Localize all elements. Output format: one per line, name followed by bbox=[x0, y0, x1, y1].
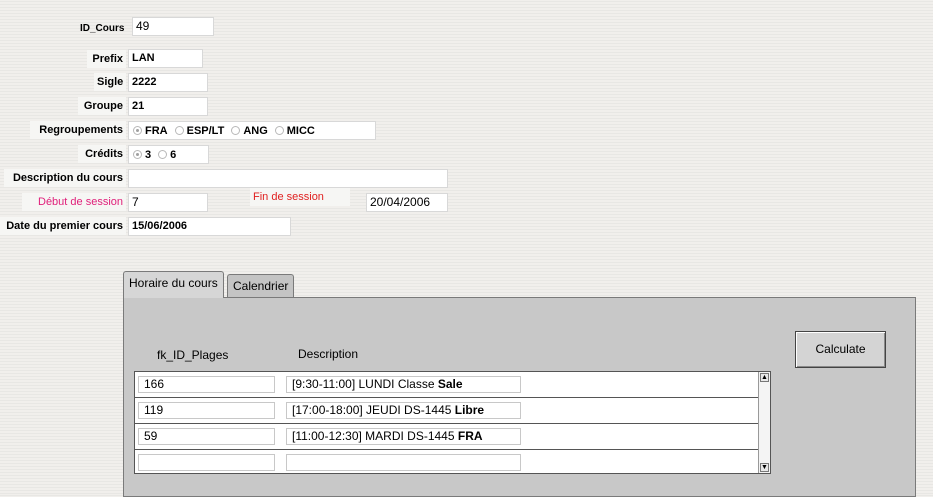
scroll-up-icon[interactable]: ▲ bbox=[760, 373, 769, 382]
option-label: 6 bbox=[170, 148, 177, 161]
tab-horaire-du-cours[interactable]: Horaire du cours bbox=[123, 271, 224, 298]
description-label: Description du cours bbox=[4, 169, 126, 187]
description-text: [9:30-11:00] LUNDI Classe bbox=[292, 377, 438, 391]
tab-calendrier[interactable]: Calendrier bbox=[227, 274, 295, 298]
radio-selected-icon bbox=[133, 150, 142, 159]
option-label: FRA bbox=[145, 124, 168, 137]
credits-radio-group: 3 6 bbox=[128, 145, 209, 164]
description-text: [11:00-12:30] MARDI DS-1445 bbox=[292, 429, 458, 443]
option-label: ESP/LT bbox=[186, 124, 225, 137]
calculate-button[interactable]: Calculate bbox=[795, 331, 886, 368]
regroupements-label: Regroupements bbox=[30, 121, 126, 139]
sigle-field[interactable]: 2222 bbox=[128, 73, 208, 92]
column-header-id-plages: fk_ID_Plages bbox=[157, 348, 229, 362]
radio-icon bbox=[274, 126, 284, 135]
date-premier-cours-field[interactable]: 15/06/2006 bbox=[128, 217, 291, 236]
id-plage-cell[interactable]: 119 bbox=[138, 402, 275, 419]
radio-selected-icon bbox=[133, 126, 142, 135]
description-status: Libre bbox=[454, 403, 485, 417]
id-cours-label: ID_Cours bbox=[80, 23, 125, 34]
prefix-field[interactable]: LAN bbox=[128, 49, 203, 68]
schedule-list: 166 [9:30-11:00] LUNDI Classe Sale 119 [… bbox=[134, 371, 771, 474]
id-plage-cell[interactable]: 59 bbox=[138, 428, 275, 445]
debut-session-label: Début de session bbox=[22, 193, 126, 211]
id-plage-cell[interactable] bbox=[138, 454, 275, 471]
prefix-label: Prefix bbox=[87, 50, 126, 68]
radio-icon bbox=[231, 126, 241, 135]
sigle-label: Sigle bbox=[94, 73, 126, 91]
description-cell[interactable]: [11:00-12:30] MARDI DS-1445 FRA bbox=[286, 428, 521, 445]
list-item: 59 [11:00-12:30] MARDI DS-1445 FRA bbox=[135, 424, 759, 450]
date-premier-cours-label: Date du premier cours bbox=[0, 217, 126, 235]
list-item bbox=[135, 450, 759, 473]
fin-session-label: Fin de session bbox=[250, 188, 350, 206]
column-header-description: Description bbox=[298, 347, 359, 361]
radio-icon bbox=[158, 150, 168, 159]
regroupement-option-esp-lt[interactable]: ESP/LT bbox=[174, 124, 225, 137]
regroupement-option-fra[interactable]: FRA bbox=[133, 125, 168, 137]
radio-icon bbox=[174, 126, 184, 135]
list-item: 166 [9:30-11:00] LUNDI Classe Sale bbox=[135, 372, 759, 398]
groupe-label: Groupe bbox=[78, 97, 126, 115]
credits-option-3[interactable]: 3 bbox=[133, 149, 151, 161]
fin-session-field[interactable]: 20/04/2006 bbox=[366, 193, 448, 212]
option-label: 3 bbox=[145, 148, 152, 161]
option-label: MICC bbox=[286, 124, 315, 137]
debut-session-field[interactable]: 7 bbox=[128, 193, 208, 212]
groupe-field[interactable]: 21 bbox=[128, 97, 208, 116]
description-status: Sale bbox=[437, 377, 463, 391]
description-cell[interactable]: [17:00-18:00] JEUDI DS-1445 Libre bbox=[286, 402, 521, 419]
regroupement-option-micc[interactable]: MICC bbox=[274, 124, 315, 137]
description-cell[interactable]: [9:30-11:00] LUNDI Classe Sale bbox=[286, 376, 521, 393]
regroupements-radio-group: FRA ESP/LT ANG MICC bbox=[128, 121, 376, 140]
description-field[interactable] bbox=[128, 169, 448, 188]
credits-label: Crédits bbox=[78, 145, 126, 163]
id-cours-field[interactable]: 49 bbox=[132, 17, 214, 36]
scroll-down-icon[interactable]: ▼ bbox=[760, 463, 769, 472]
credits-option-6[interactable]: 6 bbox=[158, 149, 176, 161]
regroupement-option-ang[interactable]: ANG bbox=[231, 124, 268, 137]
description-cell[interactable] bbox=[286, 454, 521, 471]
description-text: [17:00-18:00] JEUDI DS-1445 bbox=[292, 403, 455, 417]
list-item: 119 [17:00-18:00] JEUDI DS-1445 Libre bbox=[135, 398, 759, 424]
option-label: ANG bbox=[243, 124, 268, 137]
list-scrollbar[interactable]: ▲ ▼ bbox=[758, 372, 770, 473]
description-status: FRA bbox=[457, 429, 483, 443]
id-plage-cell[interactable]: 166 bbox=[138, 376, 275, 393]
